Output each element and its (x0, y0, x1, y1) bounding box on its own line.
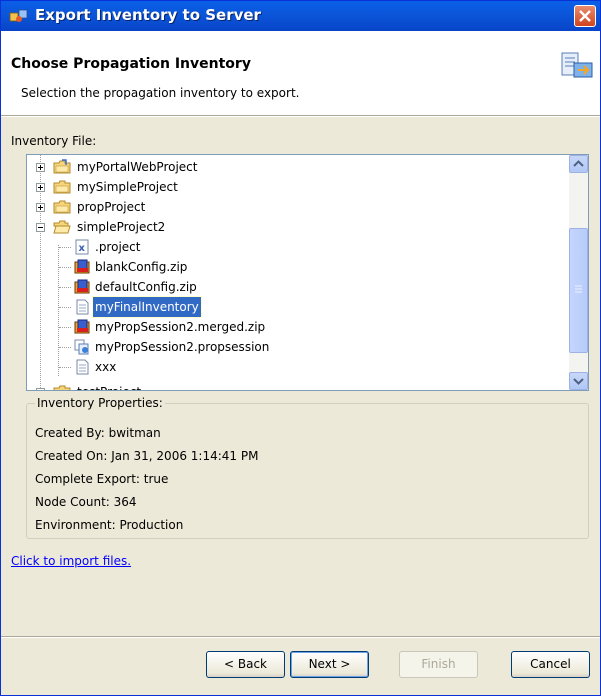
tree-item[interactable]: xxx (27, 357, 567, 377)
tree-item[interactable]: myPropSession2.propsession (27, 337, 567, 357)
tree-item[interactable]: simpleProject2 (27, 217, 567, 237)
header-separator (1, 116, 600, 117)
properties-legend: Inventory Properties: (35, 396, 165, 410)
tree-item-label: propProject (77, 200, 146, 214)
environment-value: Environment: Production (35, 518, 184, 532)
tree-item-label: myPropSession2.propsession (95, 340, 270, 354)
zip-archive-icon (73, 279, 91, 295)
page-description: Selection the propagation inventory to e… (21, 86, 300, 100)
tree-guide-line (59, 287, 71, 288)
expand-icon[interactable] (36, 203, 45, 212)
export-dialog: Export Inventory to Server Choose Propag… (0, 0, 601, 696)
project-folder-icon (53, 159, 71, 175)
chevron-up-icon (573, 160, 584, 167)
back-button[interactable]: < Back (206, 651, 285, 678)
open-project-folder-icon (53, 219, 71, 235)
next-button[interactable]: Next > (290, 651, 369, 678)
scroll-down-button[interactable] (569, 372, 588, 390)
window-title: Export Inventory to Server (35, 6, 261, 24)
propsession-file-icon (73, 339, 91, 355)
tree-guide-line (59, 307, 71, 308)
inventory-properties-group: Inventory Properties: Created By: bwitma… (26, 396, 589, 539)
tree-item-label: myPortalWebProject (77, 160, 198, 174)
tree-item-label: simpleProject2 (77, 220, 166, 234)
export-banner-icon (560, 51, 596, 81)
page-title: Choose Propagation Inventory (11, 56, 251, 72)
svg-text:x: x (79, 243, 86, 254)
complete-export-value: Complete Export: true (35, 472, 169, 486)
zip-archive-icon (73, 259, 91, 275)
finish-button[interactable]: Finish (399, 651, 478, 678)
tree-guide-line (59, 347, 71, 348)
inventory-tree[interactable]: myPortalWebProject mySimpleProject propP… (26, 154, 589, 391)
title-bar[interactable]: Export Inventory to Server (1, 1, 600, 31)
tree-item[interactable]: myPropSession2.merged.zip (27, 317, 567, 337)
footer-separator-highlight (1, 637, 600, 638)
grip-icon (575, 285, 582, 293)
chevron-down-icon (573, 378, 584, 385)
tree-item[interactable]: propProject (27, 197, 567, 217)
inventory-file-label: Inventory File: (11, 134, 97, 148)
project-folder-icon (53, 179, 71, 195)
tree-item[interactable]: defaultConfig.zip (27, 277, 567, 297)
tree-item-label: mySimpleProject (77, 180, 178, 194)
tree-guide-line (59, 367, 71, 368)
wizard-header: Choose Propagation Inventory Selection t… (1, 31, 600, 116)
tree-content: myPortalWebProject mySimpleProject propP… (27, 155, 570, 390)
tree-item-label: .project (95, 240, 141, 254)
document-icon (73, 299, 91, 315)
cancel-button[interactable]: Cancel (511, 651, 590, 678)
tree-item[interactable]: mySimpleProject (27, 177, 567, 197)
expand-icon[interactable] (36, 163, 45, 172)
tree-guide-line (59, 327, 71, 328)
close-icon (579, 10, 591, 22)
tree-item[interactable]: myPortalWebProject (27, 157, 567, 177)
node-count-value: Node Count: 364 (35, 495, 137, 509)
tree-item-label: myPropSession2.merged.zip (95, 320, 266, 334)
tree-item-selected[interactable]: myFinalInventory (27, 296, 567, 318)
tree-vertical-scrollbar[interactable] (569, 155, 588, 390)
tree-item-label: myFinalInventory (92, 296, 202, 318)
expand-icon[interactable] (36, 388, 45, 390)
created-by-value: Created By: bwitman (35, 426, 161, 440)
close-button[interactable] (574, 5, 596, 27)
tree-guide-line (59, 247, 71, 248)
document-icon (73, 359, 91, 375)
tree-item-label: defaultConfig.zip (95, 280, 197, 294)
scroll-thumb[interactable] (569, 228, 588, 353)
zip-archive-icon (73, 319, 91, 335)
tree-item-label: testProject (75, 382, 143, 390)
scroll-up-button[interactable] (569, 155, 588, 173)
tree-item[interactable]: x .project (27, 237, 567, 257)
project-folder-icon (53, 384, 71, 390)
tree-guide-line (59, 267, 71, 268)
import-files-link[interactable]: Click to import files. (11, 554, 131, 568)
collapse-icon[interactable] (36, 223, 45, 232)
project-folder-icon (53, 199, 71, 215)
tree-item[interactable]: blankConfig.zip (27, 257, 567, 277)
tree-item[interactable]: testProject (27, 382, 567, 390)
tree-item-label: xxx (95, 360, 117, 374)
xml-file-icon: x (73, 239, 91, 255)
expand-icon[interactable] (36, 183, 45, 192)
wizard-app-icon (9, 7, 29, 25)
created-on-value: Created On: Jan 31, 2006 1:14:41 PM (35, 449, 259, 463)
tree-item-label: blankConfig.zip (95, 260, 188, 274)
